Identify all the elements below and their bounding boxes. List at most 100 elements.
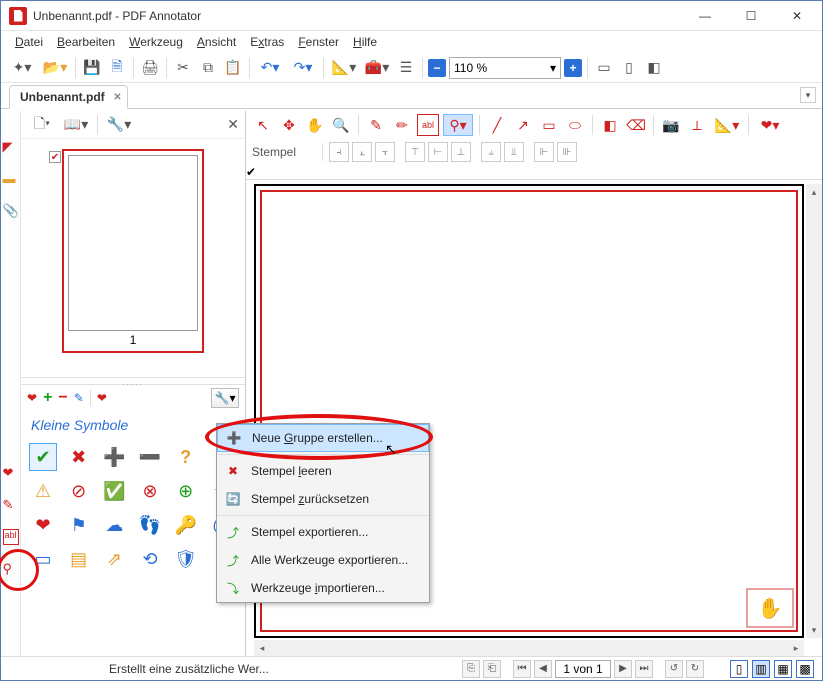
align-6[interactable]: ⊥ [451, 142, 471, 162]
sym-bolt[interactable]: ⇗ [100, 545, 128, 573]
rail-heart-icon[interactable]: ❤ [3, 465, 19, 481]
crop-tool[interactable]: ⟂ [686, 114, 708, 136]
menu-reset-stamps[interactable]: 🔄 Stempel zurücksetzen [217, 485, 429, 513]
eraser-tool[interactable]: ◧ [599, 114, 621, 136]
nav-btn-ext1[interactable]: ⎘ [462, 660, 480, 678]
align-3[interactable]: ⫟ [375, 142, 395, 162]
arrow-tool[interactable]: ↗ [512, 114, 534, 136]
maximize-button[interactable]: ☐ [728, 1, 774, 31]
sym-x[interactable]: ✖ [65, 443, 93, 471]
measure-tool[interactable]: 📐▾ [712, 114, 742, 136]
zoom-tool[interactable]: 🔍 [330, 114, 352, 136]
panel-wrench-dd[interactable]: 🔧▾ [104, 114, 134, 136]
zoom-out-button[interactable]: − [428, 59, 446, 77]
rail-abl-icon[interactable]: abl [3, 529, 19, 545]
view-single[interactable]: ▯ [730, 660, 748, 678]
rect-tool[interactable]: ▭ [538, 114, 560, 136]
zoom-in-button[interactable]: + [564, 59, 582, 77]
align-2[interactable]: ⫠ [352, 142, 372, 162]
thumbnail-checkbox[interactable]: ✔ [49, 151, 61, 163]
print-button[interactable]: 🖨 [139, 57, 161, 79]
rail-clip-icon[interactable]: 📎 [3, 203, 19, 219]
panel-splitter[interactable]: ..... [21, 377, 245, 385]
vertical-scrollbar[interactable]: ▴▾ [806, 184, 822, 638]
sym-flag[interactable]: ⚑ [65, 511, 93, 539]
lasso-tool[interactable]: ✥ [278, 114, 300, 136]
sym-cloud[interactable]: ☁ [100, 511, 128, 539]
menu-export-stamps[interactable]: ⤴ Stempel exportieren... [217, 518, 429, 546]
undo-button[interactable]: ↶▾ [255, 57, 285, 79]
fav-edit-icon[interactable]: ✎ [74, 391, 84, 405]
horizontal-scrollbar[interactable]: ◂▸ [254, 640, 804, 656]
sym-heart[interactable]: ❤ [29, 511, 57, 539]
copy-button[interactable]: ⧉ [197, 57, 219, 79]
paste-button[interactable]: 📋 [222, 57, 244, 79]
sym-check[interactable]: ✔ [29, 443, 57, 471]
align-5[interactable]: ⊢ [428, 142, 448, 162]
text-tool[interactable]: abl [417, 114, 439, 136]
tool-button-2[interactable]: 🧰▾ [362, 57, 392, 79]
align-8[interactable]: ⫫ [504, 142, 524, 162]
menu-fenster[interactable]: Fenster [292, 33, 345, 51]
rail-pen-icon[interactable]: ✎ [3, 497, 19, 513]
document-tab[interactable]: Unbenannt.pdf ✕ [9, 85, 128, 109]
align-4[interactable]: ⊤ [405, 142, 425, 162]
panel-book-dd[interactable]: 📖▾ [61, 114, 91, 136]
nav-next[interactable]: ▶ [614, 660, 632, 678]
ellipse-tool[interactable]: ⬭ [564, 114, 586, 136]
tab-close-icon[interactable]: ✕ [113, 92, 121, 103]
cut-button[interactable]: ✂ [172, 57, 194, 79]
sym-plus[interactable]: ➕ [100, 443, 128, 471]
align-1[interactable]: ⫞ [329, 142, 349, 162]
tool-button-3[interactable]: ☰ [395, 57, 417, 79]
view-two-cont[interactable]: ▩ [796, 660, 814, 678]
sym-key[interactable]: 🔑 [172, 511, 200, 539]
sym-arrows[interactable]: ⟲ [136, 545, 164, 573]
nav-btn-ext2[interactable]: ⎗ [483, 660, 501, 678]
zoom-select[interactable]: 110 %▾ [449, 57, 561, 79]
nav-last[interactable]: ⏭ [635, 660, 653, 678]
page-input[interactable] [555, 660, 611, 678]
menu-bearbeiten[interactable]: Bearbeiten [51, 33, 121, 51]
cursor-tool[interactable]: ↖ [252, 114, 274, 136]
marker-tool[interactable]: ✏ [391, 114, 413, 136]
delete-tool[interactable]: ⌫ [625, 114, 647, 136]
save-button[interactable]: 💾 [81, 57, 103, 79]
menu-datei[interactable]: Datei [9, 33, 49, 51]
fav-remove-icon[interactable]: − [58, 389, 67, 407]
fav-settings-button[interactable]: 🔧▾ [211, 388, 239, 408]
fullscreen-button[interactable]: ◧ [643, 57, 665, 79]
open-button[interactable]: 📂▾ [40, 57, 70, 79]
confirm-button[interactable]: ✔ [246, 165, 822, 179]
camera-tool[interactable]: 📷 [660, 114, 682, 136]
nav-back[interactable]: ↺ [665, 660, 683, 678]
sym-rss[interactable]: ▤ [65, 545, 93, 573]
panel-close-button[interactable]: ✕ [227, 116, 239, 133]
rail-bookmark-icon[interactable]: ◤ [3, 139, 19, 155]
sym-check-circle[interactable]: ✅ [100, 477, 128, 505]
menu-export-tools[interactable]: ⤴ Alle Werkzeuge exportieren... [217, 546, 429, 574]
align-9[interactable]: ⊩ [534, 142, 554, 162]
save-as-button[interactable]: 🗎 [106, 57, 128, 79]
menu-werkzeug[interactable]: Werkzeug [123, 33, 189, 51]
menu-ansicht[interactable]: Ansicht [191, 33, 242, 51]
rail-folder-icon[interactable]: ▬ [3, 171, 19, 187]
minimize-button[interactable]: — [682, 1, 728, 31]
sym-book[interactable]: ▭ [29, 545, 57, 573]
sym-forbid[interactable]: ⊘ [65, 477, 93, 505]
menu-empty-stamps[interactable]: ✖ Stempel leeren [217, 457, 429, 485]
new-button[interactable]: ✦▾ [7, 57, 37, 79]
favorite-tool[interactable]: ❤▾ [755, 114, 785, 136]
sym-steps[interactable]: 👣 [136, 511, 164, 539]
sym-minus[interactable]: ➖ [136, 443, 164, 471]
menu-extras[interactable]: Extras [244, 33, 290, 51]
fit-page-button[interactable]: ▭ [593, 57, 615, 79]
view-two[interactable]: ▦ [774, 660, 792, 678]
stamp-tool[interactable]: ⚲▾ [443, 114, 473, 136]
tab-list-dropdown[interactable]: ▾ [800, 87, 816, 103]
fav-heart-icon[interactable]: ❤ [27, 391, 37, 405]
tool-button-1[interactable]: 📐▾ [329, 57, 359, 79]
line-tool[interactable]: ╱ [486, 114, 508, 136]
panel-page-dd[interactable]: 🗋▾ [27, 114, 57, 136]
menu-new-group[interactable]: ➕ Neue Gruppe erstellen... [217, 424, 429, 452]
